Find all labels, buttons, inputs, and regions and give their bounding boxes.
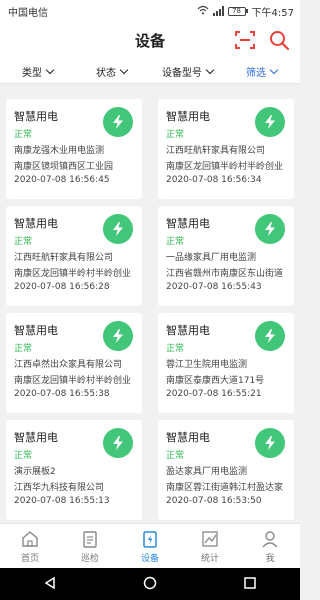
filter-type[interactable]: 类型 bbox=[22, 64, 55, 79]
user-icon bbox=[262, 530, 278, 547]
device-card[interactable]: 智慧用电 正常 演示展板2 江西华九科技有限公司 2020-07-08 16:5… bbox=[6, 420, 142, 520]
device-owner: 蓉江卫生院用电监测 bbox=[166, 360, 248, 370]
home-icon bbox=[22, 530, 38, 547]
tab-home[interactable]: 首页 bbox=[0, 524, 60, 568]
chevron-down-icon bbox=[269, 65, 279, 75]
chart-icon bbox=[202, 530, 218, 547]
device-address: 江西华九科技有限公司 bbox=[14, 483, 105, 493]
filter-more[interactable]: 筛选 bbox=[246, 64, 279, 79]
carrier-label: 中国电信 bbox=[8, 7, 48, 19]
device-time: 2020-07-08 16:55:43 bbox=[166, 282, 262, 292]
lightning-icon bbox=[255, 321, 285, 351]
device-time: 2020-07-08 16:55:13 bbox=[14, 496, 110, 506]
device-card[interactable]: 智慧用电 正常 蓉江卫生院用电监测 南康区泰康西大道171号 2020-07-0… bbox=[158, 313, 294, 413]
home-nav-icon[interactable] bbox=[143, 575, 157, 594]
device-time: 2020-07-08 16:56:34 bbox=[166, 175, 262, 185]
bottom-tab-bar: 首页 巡检 设备 统计 我 bbox=[0, 523, 300, 568]
filter-bar: 类型 状态 设备型号 筛选 bbox=[0, 58, 300, 84]
device-address: 江西省赣州市南康区东山街道 bbox=[166, 269, 284, 279]
device-card[interactable]: 智慧用电 正常 盈达家具厂用电监测 南康区蓉江街道韩江村盈达家 2020-07-… bbox=[158, 420, 294, 520]
filter-status-label: 状态 bbox=[96, 68, 116, 79]
chevron-down-icon bbox=[205, 65, 215, 75]
device-owner: 盈达家具厂用电监测 bbox=[166, 467, 248, 477]
device-address: 南康区蓉江街道韩江村盈达家 bbox=[166, 483, 284, 493]
device-owner: 江西旺航轩家具有限公司 bbox=[166, 146, 266, 156]
tab-statistics[interactable]: 统计 bbox=[180, 524, 240, 568]
tab-inspection-label: 巡检 bbox=[80, 553, 99, 564]
tab-statistics-label: 统计 bbox=[200, 553, 219, 564]
device-icon bbox=[143, 530, 157, 548]
chevron-down-icon bbox=[45, 65, 55, 75]
device-time: 2020-07-08 16:55:21 bbox=[166, 389, 262, 399]
device-time: 2020-07-08 16:55:38 bbox=[14, 389, 110, 399]
scan-icon[interactable] bbox=[234, 29, 256, 51]
battery-level: 78 bbox=[227, 6, 246, 16]
lightning-icon bbox=[255, 214, 285, 244]
battery-icon: 78 bbox=[227, 6, 248, 16]
status-bar: 中国电信 78 下午4:57 bbox=[0, 0, 300, 22]
device-card[interactable]: 智慧用电 正常 江西卓然出众家具有限公司 南康区龙回镇半岭村半岭创业 2020-… bbox=[6, 313, 142, 413]
chevron-down-icon bbox=[119, 65, 129, 75]
filter-more-label: 筛选 bbox=[246, 68, 266, 79]
filter-model[interactable]: 设备型号 bbox=[162, 64, 215, 79]
tab-inspection[interactable]: 巡检 bbox=[60, 524, 120, 568]
device-address: 南康区龙回镇半岭村半岭创业 bbox=[14, 376, 132, 386]
filter-model-label: 设备型号 bbox=[162, 68, 202, 79]
tab-me[interactable]: 我 bbox=[240, 524, 300, 568]
device-grid: 智慧用电 正常 南康龙强木业用电监测 南康区镜坝镇西区工业园 2020-07-0… bbox=[0, 92, 300, 522]
device-time: 2020-07-08 16:53:50 bbox=[166, 496, 262, 506]
search-icon[interactable] bbox=[268, 29, 290, 51]
device-time: 2020-07-08 16:56:45 bbox=[14, 175, 110, 185]
device-address: 南康区镜坝镇西区工业园 bbox=[14, 162, 114, 172]
wifi-icon bbox=[197, 5, 209, 18]
device-owner: 南康龙强木业用电监测 bbox=[14, 146, 105, 156]
clock: 下午4:57 bbox=[251, 7, 294, 19]
header: 设备 bbox=[0, 22, 300, 58]
tab-devices-label: 设备 bbox=[140, 553, 159, 564]
lightning-icon bbox=[103, 214, 133, 244]
recents-icon[interactable] bbox=[243, 575, 257, 594]
lightning-icon bbox=[255, 107, 285, 137]
tab-me-label: 我 bbox=[265, 553, 275, 564]
device-owner: 演示展板2 bbox=[14, 467, 56, 477]
back-icon[interactable] bbox=[43, 575, 57, 594]
system-nav-bar bbox=[0, 568, 300, 600]
tab-devices[interactable]: 设备 bbox=[120, 524, 180, 568]
page-title: 设备 bbox=[134, 31, 165, 50]
device-card[interactable]: 智慧用电 正常 南康龙强木业用电监测 南康区镜坝镇西区工业园 2020-07-0… bbox=[6, 99, 142, 199]
clipboard-icon bbox=[83, 530, 97, 548]
filter-status[interactable]: 状态 bbox=[96, 64, 129, 79]
device-card[interactable]: 智慧用电 正常 一品缘家具厂用电监测 江西省赣州市南康区东山街道 2020-07… bbox=[158, 206, 294, 306]
lightning-icon bbox=[103, 107, 133, 137]
device-address: 南康区龙回镇半岭村半岭创业 bbox=[166, 162, 284, 172]
device-card[interactable]: 智慧用电 正常 江西旺航轩家具有限公司 南康区龙回镇半岭村半岭创业 2020-0… bbox=[158, 99, 294, 199]
lightning-icon bbox=[103, 321, 133, 351]
lightning-icon bbox=[103, 428, 133, 458]
device-address: 南康区龙回镇半岭村半岭创业 bbox=[14, 269, 132, 279]
device-time: 2020-07-08 16:56:28 bbox=[14, 282, 110, 292]
filter-type-label: 类型 bbox=[22, 68, 42, 79]
device-owner: 江西卓然出众家具有限公司 bbox=[14, 360, 123, 370]
device-address: 南康区泰康西大道171号 bbox=[166, 376, 265, 386]
lightning-icon bbox=[255, 428, 285, 458]
device-card[interactable]: 智慧用电 正常 江西旺航轩家具有限公司 南康区龙回镇半岭村半岭创业 2020-0… bbox=[6, 206, 142, 306]
device-owner: 江西旺航轩家具有限公司 bbox=[14, 253, 114, 263]
signal-icon bbox=[212, 6, 224, 16]
device-owner: 一品缘家具厂用电监测 bbox=[166, 253, 257, 263]
tab-home-label: 首页 bbox=[20, 553, 39, 564]
